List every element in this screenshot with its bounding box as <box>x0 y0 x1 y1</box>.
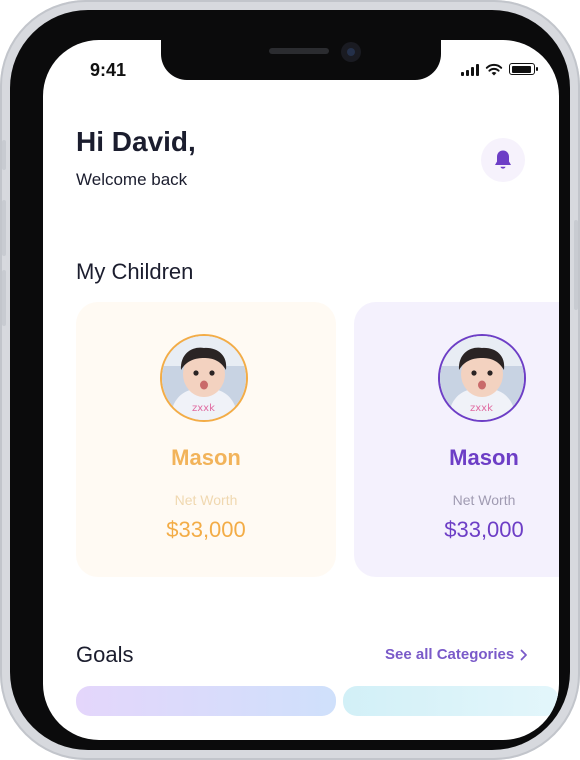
volume-up-button <box>2 200 6 256</box>
net-worth-label: Net Worth <box>174 492 238 508</box>
cellular-signal-icon <box>461 63 479 76</box>
net-worth-value: $33,000 <box>444 517 524 542</box>
net-worth-label: Net Worth <box>452 492 516 508</box>
phone-bezel: 9:41 Hi David, Welcome back My Children … <box>10 10 570 750</box>
goal-card[interactable] <box>343 686 559 716</box>
camera-icon <box>341 42 361 62</box>
chevron-right-icon <box>520 649 528 660</box>
child-card[interactable]: zxxk Mason Net Worth $33,000 <box>76 302 336 577</box>
battery-icon <box>509 63 538 75</box>
child-avatar: zxxk <box>438 334 526 422</box>
bell-icon <box>495 150 511 169</box>
baby-photo-icon: zxxk <box>162 336 246 420</box>
see-all-label: See all Categories <box>385 646 515 663</box>
side-button <box>2 140 6 170</box>
child-name: Mason <box>449 445 519 470</box>
child-card[interactable]: zxxk Mason Net Worth $33,000 <box>354 302 559 577</box>
my-children-title: My Children <box>76 259 194 284</box>
see-all-categories-link[interactable]: See all Categories <box>385 646 528 663</box>
baby-photo-icon: zxxk <box>440 336 524 420</box>
notifications-button[interactable] <box>481 138 525 182</box>
goals-title: Goals <box>76 642 134 667</box>
app-screen: 9:41 Hi David, Welcome back My Children … <box>43 40 559 740</box>
speaker-grille <box>269 48 329 54</box>
goal-card[interactable] <box>76 686 336 716</box>
greeting-title: Hi David, <box>76 126 196 157</box>
welcome-subtitle: Welcome back <box>76 170 188 189</box>
status-icons <box>461 62 538 76</box>
svg-text:zxxk: zxxk <box>192 403 215 414</box>
net-worth-value: $33,000 <box>166 517 246 542</box>
status-time: 9:41 <box>90 60 127 80</box>
volume-down-button <box>2 270 6 326</box>
svg-text:zxxk: zxxk <box>470 403 493 414</box>
notch <box>161 40 441 80</box>
child-name: Mason <box>171 445 241 470</box>
wifi-icon <box>485 63 503 75</box>
child-avatar: zxxk <box>160 334 248 422</box>
phone-frame: 9:41 Hi David, Welcome back My Children … <box>0 0 580 760</box>
power-button <box>574 220 578 310</box>
